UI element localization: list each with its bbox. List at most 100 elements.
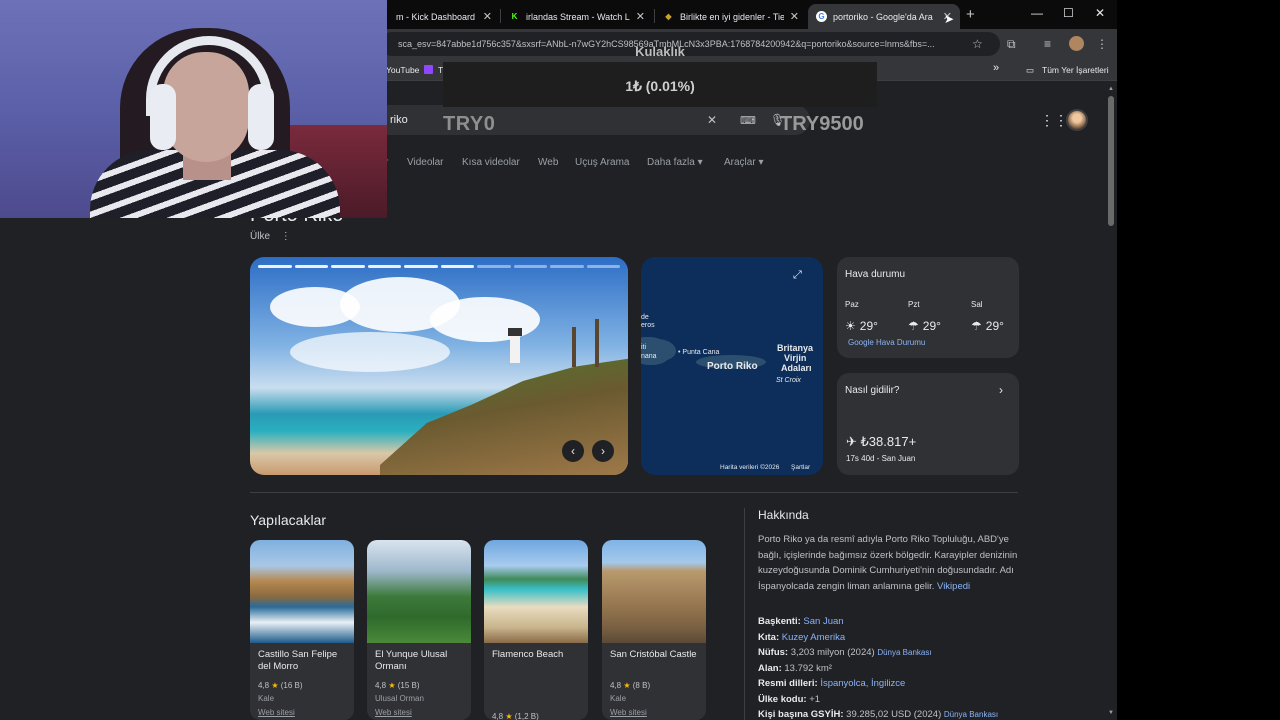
kick-logo-icon: K (511, 12, 518, 21)
about-description: Porto Riko ya da resmî adıyla Porto Riko… (758, 534, 1018, 592)
entity-type: Ülke (250, 231, 271, 242)
thing-card-el-morro[interactable]: Castillo San Felipe del Morro 4,8 ★ (16 … (250, 540, 354, 720)
fact-label: Resmi dilleri: (758, 678, 818, 689)
weather-temp: 29° (922, 319, 941, 333)
fact-value-link[interactable]: San Juan (803, 616, 843, 627)
travel-card[interactable]: Nasıl gidilir? › ✈ ₺38.817+ 17s 40d - Sa… (837, 373, 1019, 475)
more-options-icon[interactable]: ⋮ (281, 231, 291, 242)
fact-source-link[interactable]: Dünya Bankası (944, 710, 998, 719)
tab-kick-stream[interactable]: K irlandas Stream - Watch Live ✕ (501, 4, 653, 29)
website-link[interactable]: Web sitesi (610, 708, 647, 717)
thing-card-el-yunque[interactable]: El Yunque Ulusal Ormanı 4,8 ★ (15 B) Ulu… (367, 540, 471, 720)
travel-detail: 17s 40d - San Juan (846, 454, 916, 463)
tab-tools[interactable]: Araçlar ▾ (724, 157, 764, 168)
close-window-icon[interactable]: ✕ (1095, 6, 1105, 20)
thing-card-san-cristobal[interactable]: San Cristóbal Castle 4,8 ★ (8 B) Kale We… (602, 540, 706, 720)
menu-kebab-icon[interactable]: ⋮ (1096, 37, 1108, 51)
tab-close-icon[interactable]: ✕ (636, 10, 645, 23)
more-bookmarks-icon[interactable]: » (993, 62, 999, 74)
carousel-next-icon[interactable]: › (592, 440, 614, 462)
website-link[interactable]: Web sitesi (375, 708, 412, 717)
scrollbar-thumb[interactable] (1108, 96, 1114, 226)
weather-entry: ☂ 29° (971, 319, 1004, 333)
all-bookmarks-button[interactable]: Tüm Yer İşaretleri (1042, 65, 1109, 75)
fact-label: Kişi başına GSYİH: (758, 709, 844, 720)
tab-google-search[interactable]: G portoriko - Google'da Ara ✕ (808, 4, 960, 29)
tab-title: m - Kick Dashboard (396, 11, 476, 22)
carousel-prev-icon[interactable]: ‹ (562, 440, 584, 462)
headphone-cup (150, 84, 176, 150)
bookmark-star-icon[interactable]: ☆ (972, 37, 983, 51)
map-label: Adaları (781, 363, 812, 373)
wikipedia-link[interactable]: Vikipedi (937, 581, 970, 592)
tab-kick-dashboard[interactable]: m - Kick Dashboard ✕ (388, 4, 500, 29)
hero-image-carousel[interactable]: ‹ › (250, 257, 628, 475)
scroll-up-icon[interactable]: ▲ (1108, 86, 1114, 92)
weather-day: Pzt (908, 300, 920, 309)
media-control-icon[interactable]: ≡ (1044, 37, 1051, 51)
clear-search-icon[interactable]: ✕ (707, 113, 717, 127)
tab-flights[interactable]: Uçuş Arama (575, 157, 629, 168)
fact-value: +1 (809, 693, 821, 705)
star-icon: ★ (271, 681, 279, 690)
thing-rating: 4,8 ★ (8 B) (610, 681, 650, 690)
weather-entry: ☀ 29° (845, 319, 878, 333)
tierlist-icon: ◆ (665, 12, 672, 21)
scroll-down-icon[interactable]: ▼ (1108, 710, 1114, 716)
travel-title: Nasıl gidilir? (845, 385, 900, 396)
expand-map-icon[interactable]: ⤢ (793, 269, 802, 282)
tab-more[interactable]: Daha fazla ▾ (647, 157, 703, 168)
chevron-down-icon: ▾ (758, 157, 764, 168)
knowledge-panel: Porto Riko Ülke ⋮ ‹ › de eros i (162, 182, 1105, 720)
headphone-cup (248, 84, 274, 150)
tab-tools-label: Araçlar (724, 157, 756, 168)
things-to-do-heading: Yapılacaklar (250, 512, 327, 528)
website-link[interactable]: Web sitesi (258, 708, 295, 717)
keyboard-icon[interactable]: ⌨ (740, 114, 756, 127)
map-terms-link[interactable]: Şartlar (791, 464, 810, 471)
fact-row: Kıta: Kuzey Amerika (758, 632, 1020, 648)
tab-close-icon[interactable]: ✕ (483, 10, 492, 23)
thing-card-flamenco[interactable]: Flamenco Beach 4,8 ★ (1,2 B) (484, 540, 588, 720)
lighthouse (508, 328, 522, 363)
map-label-text: Punta Cana (682, 349, 720, 356)
extensions-icon[interactable]: ⧉ (1007, 37, 1016, 52)
fact-value-link[interactable]: Kuzey Amerika (782, 632, 845, 643)
fact-label: Ülke kodu: (758, 693, 807, 705)
map-label: Britanya (777, 343, 814, 353)
overlay-right-label: TRY9500 (780, 113, 864, 135)
weather-temp: 29° (985, 319, 1004, 333)
tab-short-videos[interactable]: Kısa videolar (462, 157, 520, 168)
cliff (380, 357, 628, 475)
maximize-icon[interactable]: ☐ (1063, 6, 1074, 20)
thing-image (602, 540, 706, 643)
bookmark-youtube[interactable]: YouTube (386, 65, 419, 75)
new-tab-icon[interactable]: + (966, 6, 975, 23)
google-weather-link[interactable]: Google Hava Durumu (848, 338, 925, 347)
rain-icon: ☂ (971, 319, 982, 333)
screen: m - Kick Dashboard ✕ K irlandas Stream -… (0, 0, 1280, 720)
fact-value: 13.792 km² (784, 662, 832, 674)
tab-close-icon[interactable]: ✕ (790, 10, 799, 23)
twitch-icon[interactable] (424, 65, 433, 75)
tab-videos[interactable]: Videolar (407, 157, 444, 168)
scrollbar[interactable]: ▲ ▼ (1105, 82, 1117, 720)
weather-card[interactable]: Hava durumu Paz Pzt Sal ☀ 29° ☂ 29° ☂ 29° G… (837, 257, 1019, 358)
minimize-icon[interactable]: — (1031, 6, 1043, 20)
divider (744, 508, 745, 720)
tab-title: irlandas Stream - Watch Live (526, 11, 630, 22)
fact-source-link[interactable]: Dünya Bankası (877, 648, 931, 657)
account-avatar[interactable] (1066, 109, 1088, 131)
folder-icon: ▭ (1026, 65, 1035, 75)
fact-value-link[interactable]: İspanyolca, İngilizce (820, 678, 905, 689)
fact-label: Nüfus: (758, 647, 789, 658)
map-card[interactable]: de eros iti nana • Punta Cana Porto Riko… (641, 257, 823, 475)
tab-web[interactable]: Web (538, 157, 558, 168)
profile-avatar[interactable] (1069, 36, 1084, 51)
rain-icon: ☂ (908, 319, 919, 333)
map-label: nana (641, 353, 657, 360)
thing-rating: 4,8 ★ (1,2 B) (492, 712, 539, 720)
star-icon: ★ (388, 681, 396, 690)
review-count: (1,2 B) (514, 712, 539, 720)
tab-tierlist[interactable]: ◆ Birlikte en iyi gidenler - Tier ✕ (655, 4, 807, 29)
